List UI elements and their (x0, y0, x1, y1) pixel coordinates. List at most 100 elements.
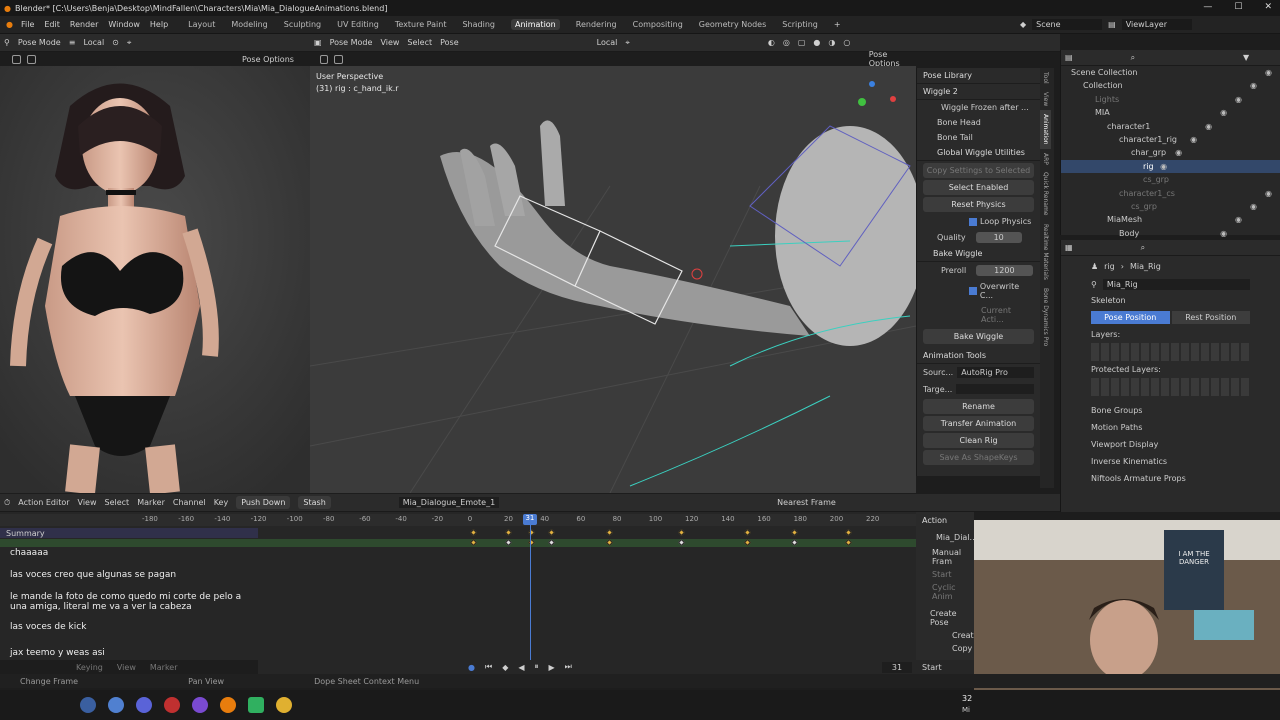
shading-rendered-icon[interactable]: ○ (843, 38, 850, 47)
create-pose-header[interactable]: Create Pose (916, 603, 974, 629)
outliner-row[interactable]: cs_grp ◉ (1061, 200, 1280, 224)
overlays-icon[interactable]: ◎ (783, 38, 790, 47)
visibility-eye-icon[interactable]: ◉ (1235, 93, 1242, 106)
select-mode-icon[interactable] (27, 54, 36, 64)
obs-app-icon[interactable] (164, 697, 180, 713)
keyframe[interactable] (678, 528, 686, 537)
stash-button[interactable]: Stash (298, 496, 331, 509)
blender-menu-icon[interactable]: ● (6, 20, 13, 29)
tab-animation[interactable]: Animation (510, 19, 560, 30)
outliner-row[interactable]: cs_grp ◉ (1061, 173, 1280, 197)
protected-layers-grid[interactable] (1091, 378, 1250, 396)
mode-selector[interactable]: Pose Mode (18, 38, 61, 47)
overwrite-checkbox[interactable] (969, 287, 977, 295)
tab-quick-rename[interactable]: Quick Rename (1040, 168, 1051, 219)
record-icon[interactable]: ● (468, 663, 475, 672)
target-field[interactable] (956, 384, 1034, 394)
tab-animation-side[interactable]: Animation (1040, 109, 1051, 149)
twitch-app-icon[interactable] (192, 697, 208, 713)
start-field[interactable]: Start (916, 568, 974, 581)
preroll-field[interactable]: 1200 (976, 265, 1033, 276)
timeline-view[interactable]: View (117, 663, 136, 672)
outliner-row[interactable]: rig ◉ (1061, 159, 1280, 174)
keyframe[interactable] (548, 528, 556, 537)
select-mode-icon[interactable] (334, 54, 343, 64)
keyframe[interactable] (548, 538, 556, 547)
animation-tools-header[interactable]: Animation Tools (917, 348, 1040, 364)
tab-geometry-nodes[interactable]: Geometry Nodes (699, 20, 766, 29)
keyframe[interactable] (844, 528, 853, 537)
keyframe[interactable] (743, 538, 751, 547)
reset-physics-button[interactable]: Reset Physics (923, 197, 1034, 212)
copy-settings-button[interactable]: Copy Settings to Selected (923, 163, 1034, 178)
tab-realtime-materials[interactable]: Realtime Materials (1040, 220, 1051, 284)
shading-solid-icon[interactable]: ● (813, 38, 820, 47)
view-layer-name[interactable]: ViewLayer (1121, 19, 1192, 30)
tab-tool[interactable]: Tool (1040, 68, 1051, 88)
frame-field[interactable]: 31 (881, 661, 913, 673)
bone-tail-subpanel[interactable]: Bone Tail (917, 130, 1040, 145)
visibility-eye-icon[interactable]: ◉ (1175, 146, 1182, 159)
action-name[interactable]: Mia_Dial... (916, 529, 977, 546)
manual-frame-range[interactable]: Manual Fram (916, 546, 974, 568)
menu-marker-ds[interactable]: Marker (137, 498, 165, 507)
xray-icon[interactable]: ▢ (798, 38, 806, 47)
spotify-app-icon[interactable] (248, 697, 264, 713)
visibility-eye-icon[interactable]: ◉ (1220, 227, 1227, 240)
motion-paths-panel[interactable]: Motion Paths (1061, 419, 1280, 436)
pose-position-button[interactable]: Pose Position (1091, 311, 1170, 324)
tab-rendering[interactable]: Rendering (576, 20, 617, 29)
visibility-eye-icon[interactable]: ◉ (1220, 106, 1227, 119)
outliner-row[interactable]: character1 ◉ (1061, 120, 1280, 133)
editor-type-icon[interactable]: ⏱ (4, 498, 10, 508)
timeline-keying[interactable]: Keying (76, 663, 103, 672)
visibility-eye-icon[interactable]: ◉ (1160, 160, 1167, 173)
close-button[interactable]: ✕ (1264, 2, 1272, 12)
tab-bone-dynamics[interactable]: Bone Dynamics Pro (1040, 284, 1051, 350)
push-down-button[interactable]: Push Down (236, 496, 291, 509)
tab-arp[interactable]: ARP (1040, 149, 1051, 169)
save-shapekeys-button[interactable]: Save As ShapeKeys (923, 450, 1034, 465)
tab-texture-paint[interactable]: Texture Paint (395, 20, 447, 29)
tab-layout[interactable]: Layout (188, 20, 215, 29)
menu-file[interactable]: File (21, 20, 34, 29)
action-editor-selector[interactable]: Action Editor (18, 498, 69, 507)
menu-select-ds[interactable]: Select (105, 498, 130, 507)
snap-magnet-icon[interactable]: ⌖ (625, 38, 630, 48)
pose-library-header[interactable]: Pose Library (917, 68, 1040, 84)
rest-position-button[interactable]: Rest Position (1171, 311, 1250, 324)
outliner-row[interactable]: MIA ◉ (1061, 106, 1280, 119)
proportional-icon[interactable]: ◐ (768, 38, 775, 47)
outliner-row[interactable]: Collection ◉ (1061, 79, 1280, 92)
pivot-icon[interactable]: ⊙ (112, 38, 119, 47)
outliner-row[interactable]: character1_cs ◉ (1061, 187, 1280, 211)
bake-wiggle-header[interactable]: Bake Wiggle (917, 246, 1040, 262)
skeleton-header[interactable]: Skeleton (1061, 292, 1280, 309)
select-box-icon[interactable] (320, 54, 329, 64)
ref-pose-options[interactable]: Pose Options (242, 55, 294, 64)
visibility-eye-icon[interactable]: ◉ (1265, 66, 1272, 79)
menu-render[interactable]: Render (70, 20, 98, 29)
maximize-button[interactable]: ☐ (1234, 2, 1242, 12)
outliner-row[interactable]: Lights ◉ (1061, 93, 1280, 106)
visibility-eye-icon[interactable]: ◉ (1250, 200, 1257, 213)
keyframe[interactable] (606, 528, 614, 537)
discord-app-icon[interactable] (136, 697, 152, 713)
visibility-eye-icon[interactable]: ◉ (1250, 79, 1257, 92)
layers-grid[interactable] (1091, 343, 1250, 361)
minimize-button[interactable]: — (1203, 2, 1212, 12)
tab-uv-editing[interactable]: UV Editing (337, 20, 379, 29)
menu-channel-ds[interactable]: Channel (173, 498, 206, 507)
keyframe[interactable] (504, 538, 512, 547)
cyclic-toggle[interactable]: Cyclic Anim (916, 581, 974, 603)
outliner-search-icon[interactable]: ⌕ (1131, 53, 1135, 63)
keyframe[interactable] (606, 538, 614, 547)
outliner-row[interactable]: char_grp ◉ (1061, 146, 1280, 159)
orientation-selector[interactable]: Local (83, 38, 104, 47)
menu-select[interactable]: Select (407, 38, 432, 47)
menu-pose[interactable]: Pose (440, 38, 459, 47)
rename-button[interactable]: Rename (923, 399, 1034, 414)
clean-rig-button[interactable]: Clean Rig (923, 433, 1034, 448)
bake-wiggle-button[interactable]: Bake Wiggle (923, 329, 1034, 344)
play-reverse-icon[interactable]: ◀ (518, 663, 524, 672)
